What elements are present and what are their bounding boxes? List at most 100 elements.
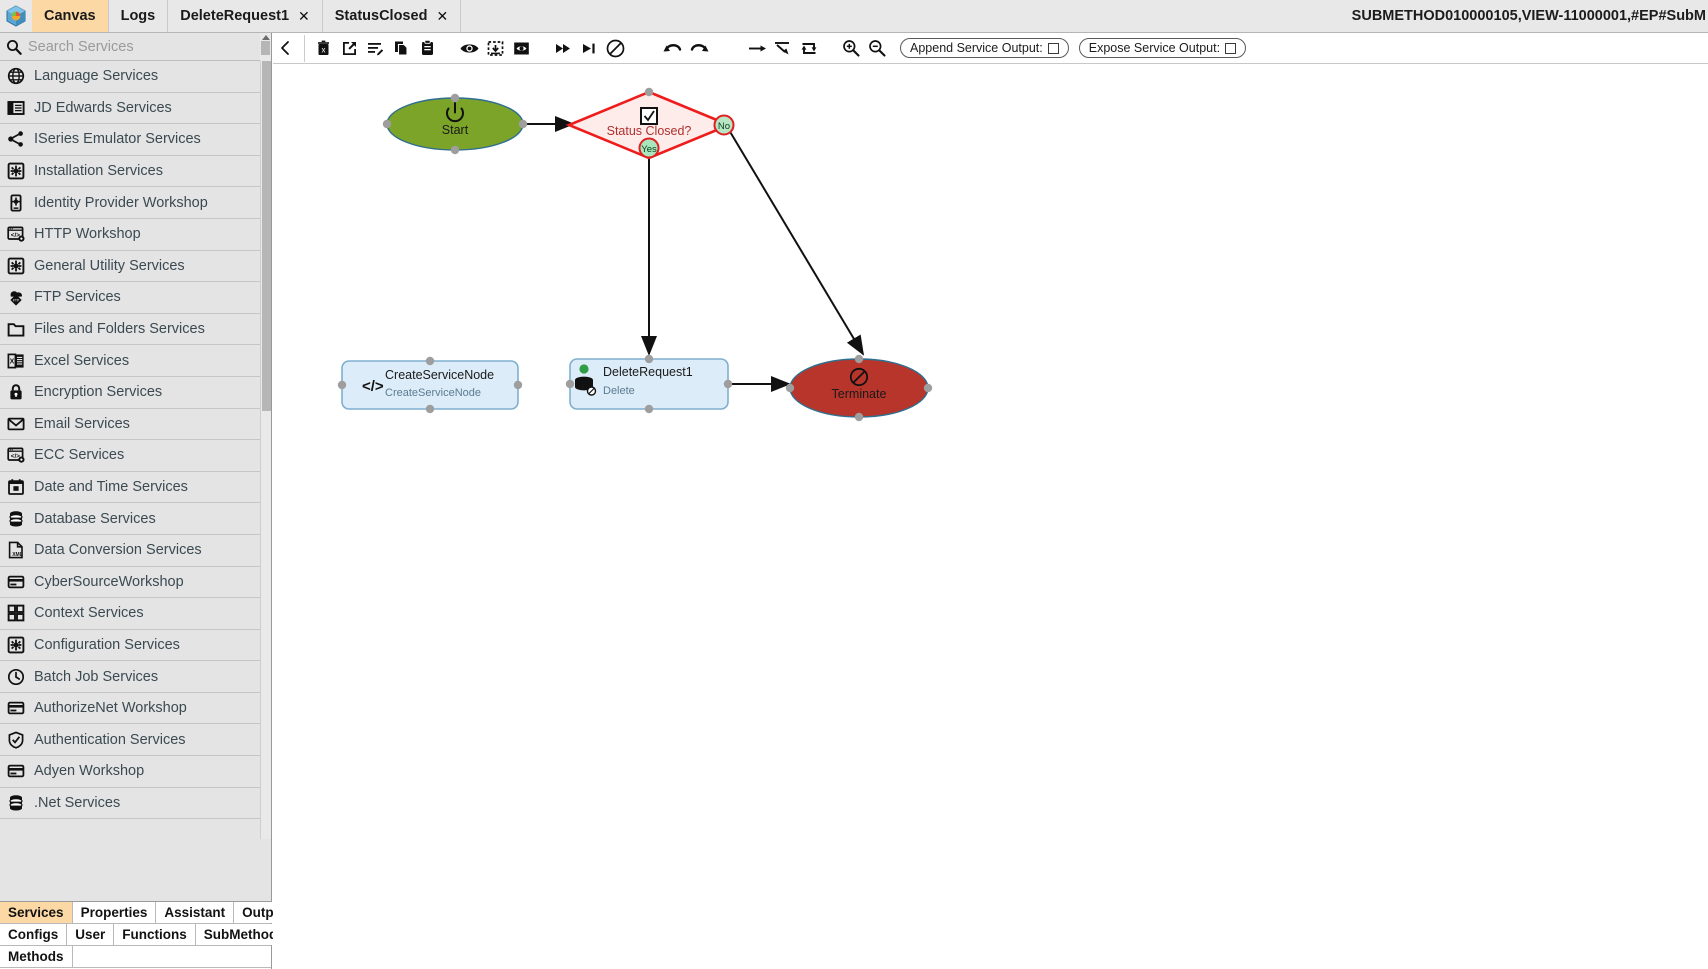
node-handle-left[interactable] bbox=[337, 380, 347, 390]
node-handle-right[interactable] bbox=[923, 383, 933, 393]
sidebar-item-batch-job-services[interactable]: Batch Job Services bbox=[0, 661, 271, 693]
bottom-tab-methods[interactable]: Methods bbox=[0, 946, 73, 967]
scroll-thumb[interactable] bbox=[262, 61, 271, 411]
close-icon[interactable]: ✕ bbox=[298, 8, 310, 25]
sidebar-item-configuration-services[interactable]: Configuration Services bbox=[0, 630, 271, 662]
tab-deleterequest1[interactable]: DeleteRequest1 ✕ bbox=[168, 0, 323, 32]
step-button[interactable] bbox=[576, 35, 602, 62]
expose-service-output-toggle[interactable]: Expose Service Output: bbox=[1078, 38, 1247, 58]
inspect-button[interactable] bbox=[508, 35, 534, 62]
bottom-tab-user[interactable]: User bbox=[67, 924, 115, 945]
node-handle-left[interactable] bbox=[565, 379, 575, 389]
shield-check-icon bbox=[6, 730, 25, 749]
stop-button[interactable] bbox=[602, 35, 628, 62]
credit-card-icon bbox=[6, 572, 25, 591]
sidebar-item-installation-services[interactable]: Installation Services bbox=[0, 156, 271, 188]
sidebar-item-files-and-folders-services[interactable]: Files and Folders Services bbox=[0, 314, 271, 346]
sidebar-item-language-services[interactable]: Language Services bbox=[0, 61, 271, 93]
node-handle-bottom[interactable] bbox=[450, 145, 460, 155]
edit-list-button[interactable] bbox=[362, 35, 388, 62]
edge-badge-no[interactable]: No bbox=[713, 114, 735, 136]
flow-canvas[interactable]: Start Status Closed? Yes No </> CreateSe… bbox=[273, 64, 1708, 969]
bottom-tab-configs[interactable]: Configs bbox=[0, 924, 68, 945]
tab-canvas[interactable]: Canvas bbox=[32, 0, 109, 32]
node-handle-bottom[interactable] bbox=[854, 412, 864, 422]
sidebar-item-identity-provider-workshop[interactable]: Identity Provider Workshop bbox=[0, 187, 271, 219]
sidebar-item-iseries-emulator-services[interactable]: ISeries Emulator Services bbox=[0, 124, 271, 156]
append-service-output-checkbox[interactable] bbox=[1047, 42, 1059, 54]
delete-button[interactable]: x bbox=[310, 35, 336, 62]
node-handle-top[interactable] bbox=[644, 87, 654, 97]
node-start[interactable]: Start bbox=[382, 93, 528, 155]
bottom-tab-functions[interactable]: Functions bbox=[114, 924, 196, 945]
node-handle-left[interactable] bbox=[382, 119, 392, 129]
open-external-button[interactable] bbox=[336, 35, 362, 62]
sidebar-item-email-services[interactable]: Email Services bbox=[0, 409, 271, 441]
node-handle-top[interactable] bbox=[450, 93, 460, 103]
breakpoint-button[interactable] bbox=[482, 35, 508, 62]
undo-button[interactable] bbox=[660, 35, 686, 62]
bottom-tab-assistant[interactable]: Assistant bbox=[156, 902, 235, 923]
copy-button[interactable] bbox=[388, 35, 414, 62]
expose-service-output-checkbox[interactable] bbox=[1225, 42, 1237, 54]
redo-button[interactable] bbox=[686, 35, 712, 62]
sidebar-item-cybersourceworkshop[interactable]: CyberSourceWorkshop bbox=[0, 567, 271, 599]
tab-logs[interactable]: Logs bbox=[108, 0, 169, 32]
bottom-tab-properties[interactable]: Properties bbox=[72, 902, 157, 923]
sidebar-item-date-and-time-services[interactable]: Date and Time Services bbox=[0, 472, 271, 504]
node-handle-right[interactable] bbox=[513, 380, 523, 390]
node-handle-left[interactable] bbox=[785, 383, 795, 393]
node-delete-request-1[interactable]: DeleteRequest1 Delete bbox=[565, 354, 733, 414]
sidebar-item-data-conversion-services[interactable]: XML Data Conversion Services bbox=[0, 535, 271, 567]
angled-link-button[interactable] bbox=[770, 35, 796, 62]
sidebar-item-adyen-workshop[interactable]: Adyen Workshop bbox=[0, 756, 271, 788]
watch-button[interactable] bbox=[456, 35, 482, 62]
node-handle-right[interactable] bbox=[518, 119, 528, 129]
node-status-closed[interactable]: Status Closed? Yes No bbox=[565, 87, 735, 160]
zoom-in-button[interactable] bbox=[838, 35, 864, 62]
node-sublabel: Delete bbox=[603, 385, 635, 397]
collapse-panel-button[interactable] bbox=[273, 35, 299, 62]
sidebar-item-general-utility-services[interactable]: General Utility Services bbox=[0, 251, 271, 283]
zoom-out-button[interactable] bbox=[864, 35, 890, 62]
grid-icon bbox=[6, 604, 25, 623]
edge-status-closed-no-to-terminate[interactable] bbox=[728, 129, 865, 356]
sidebar-item-net-services[interactable]: .Net Services bbox=[0, 788, 271, 820]
paste-button[interactable] bbox=[414, 35, 440, 62]
node-handle-right[interactable] bbox=[723, 379, 733, 389]
edge-badge-yes[interactable]: Yes bbox=[638, 137, 660, 159]
sidebar-item-ecc-services[interactable]: </> ECC Services bbox=[0, 440, 271, 472]
sidebar-item-excel-services[interactable]: X Excel Services bbox=[0, 345, 271, 377]
node-handle-bottom[interactable] bbox=[425, 404, 435, 414]
sidebar-item-encryption-services[interactable]: Encryption Services bbox=[0, 377, 271, 409]
svg-text:X: X bbox=[9, 358, 14, 365]
node-handle-bottom[interactable] bbox=[644, 404, 654, 414]
services-scrollbar[interactable] bbox=[260, 61, 271, 839]
tab-statusclosed[interactable]: StatusClosed ✕ bbox=[322, 0, 462, 32]
node-create-service-node[interactable]: </> CreateServiceNode CreateServiceNode bbox=[337, 356, 523, 414]
sidebar-item-authorizenet-workshop[interactable]: AuthorizeNet Workshop bbox=[0, 693, 271, 725]
node-handle-top[interactable] bbox=[854, 354, 864, 364]
node-handle-top[interactable] bbox=[644, 354, 654, 364]
close-icon[interactable]: ✕ bbox=[436, 8, 448, 25]
straight-link-button[interactable] bbox=[744, 35, 770, 62]
sidebar-item-context-services[interactable]: Context Services bbox=[0, 598, 271, 630]
bottom-tab-services[interactable]: Services bbox=[0, 902, 73, 923]
sidebar-item-database-services[interactable]: Database Services bbox=[0, 503, 271, 535]
append-service-output-toggle[interactable]: Append Service Output: bbox=[900, 38, 1069, 58]
sidebar-item-authentication-services[interactable]: Authentication Services bbox=[0, 724, 271, 757]
scroll-thumb[interactable] bbox=[261, 41, 270, 55]
search-input[interactable] bbox=[28, 38, 271, 55]
loop-link-button[interactable] bbox=[796, 35, 822, 62]
node-terminate[interactable]: Terminate bbox=[785, 354, 933, 422]
sidebar-item-ftp-services[interactable]: FTP FTP Services bbox=[0, 282, 271, 314]
tab-label: Canvas bbox=[44, 8, 96, 24]
sidebar-item-jd-edwards-services[interactable]: JD Edwards Services bbox=[0, 93, 271, 125]
search-scroll-up[interactable] bbox=[260, 33, 271, 61]
svg-text:XML: XML bbox=[12, 552, 23, 558]
node-label: DeleteRequest1 bbox=[603, 365, 693, 379]
node-handle-top[interactable] bbox=[425, 356, 435, 366]
sidebar-item-http-workshop[interactable]: </> HTTP Workshop bbox=[0, 219, 271, 251]
run-button[interactable] bbox=[550, 35, 576, 62]
node-label: Start bbox=[442, 123, 469, 137]
